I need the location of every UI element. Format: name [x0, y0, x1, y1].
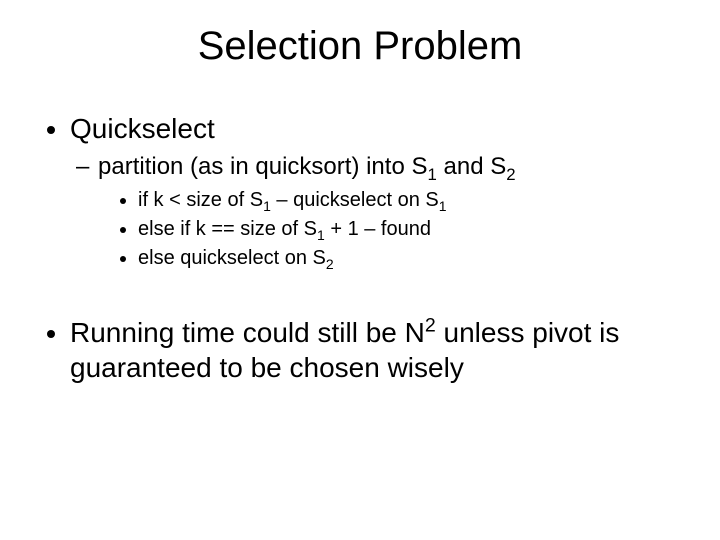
- subscript-1: 1: [427, 165, 436, 184]
- slide-title: Selection Problem: [30, 24, 690, 69]
- bullet-list-level2: partition (as in quicksort) into S1 and …: [70, 152, 690, 271]
- text-case-eq-b: + 1 – found: [325, 218, 431, 240]
- text-case-else-a: else quickselect on S: [138, 247, 326, 269]
- spacer: [30, 281, 690, 315]
- text-partition-b: and S: [437, 153, 506, 180]
- bullet-list-level1-b: Running time could still be N2 unless pi…: [30, 315, 690, 385]
- text-case-eq-a: else if k == size of S: [138, 218, 317, 240]
- bullet-list-level1: Quickselect partition (as in quicksort) …: [30, 111, 690, 271]
- text-case-lt-b: – quickselect on S: [271, 189, 439, 211]
- bullet-case-lt: if k < size of S1 – quickselect on S1: [138, 188, 690, 213]
- text-running-time-a: Running time could still be N: [70, 317, 425, 348]
- bullet-quickselect: Quickselect partition (as in quicksort) …: [70, 111, 690, 271]
- subscript-1: 1: [439, 198, 447, 214]
- slide: Selection Problem Quickselect partition …: [0, 0, 720, 540]
- subscript-1: 1: [317, 227, 325, 243]
- bullet-running-time: Running time could still be N2 unless pi…: [70, 315, 690, 385]
- superscript-2: 2: [425, 315, 436, 337]
- bullet-case-eq: else if k == size of S1 + 1 – found: [138, 217, 690, 242]
- bullet-quickselect-label: Quickselect: [70, 113, 215, 144]
- subscript-2: 2: [506, 165, 515, 184]
- bullet-partition: partition (as in quicksort) into S1 and …: [98, 152, 690, 271]
- subscript-2: 2: [326, 256, 334, 272]
- text-partition-a: partition (as in quicksort) into S: [98, 153, 427, 180]
- text-case-lt-a: if k < size of S: [138, 189, 263, 211]
- subscript-1: 1: [263, 198, 271, 214]
- bullet-list-level3: if k < size of S1 – quickselect on S1 el…: [98, 188, 690, 271]
- bullet-case-else: else quickselect on S2: [138, 246, 690, 271]
